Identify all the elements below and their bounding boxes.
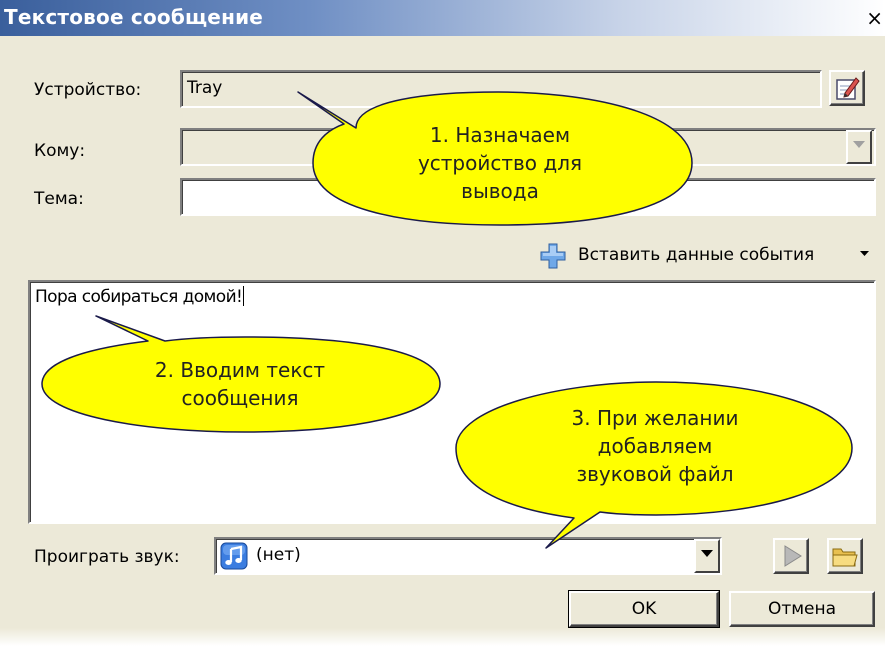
browse-sound-button[interactable] — [827, 538, 863, 574]
callout-1-line-3: вывода — [461, 179, 539, 203]
sound-dropdown-button[interactable] — [694, 539, 720, 573]
play-sound-label: Проиграть звук: — [34, 547, 180, 567]
close-icon[interactable]: × — [863, 6, 885, 30]
sound-value: (нет) — [256, 545, 301, 565]
callout-3-text: 3. При желании добавляем звуковой файл — [500, 404, 810, 488]
device-label: Устройство: — [34, 80, 142, 100]
callout-1-text: 1. Назначаем устройство для вывода — [360, 121, 640, 205]
callout-2-line-1: 2. Вводим текст — [154, 358, 326, 382]
chevron-down-icon — [853, 141, 865, 148]
edit-device-button[interactable] — [829, 70, 865, 106]
text-cursor — [243, 286, 245, 306]
callout-3-line-1: 3. При желании — [571, 406, 739, 430]
cancel-button[interactable]: Отмена — [729, 591, 875, 627]
chevron-down-icon — [701, 550, 713, 557]
window-title: Текстовое сообщение — [4, 5, 264, 29]
device-field: Tray — [180, 70, 822, 108]
plus-icon — [540, 243, 566, 269]
insert-event-data-label: Вставить данные события — [578, 245, 815, 265]
subject-label: Тема: — [34, 189, 84, 209]
edit-note-icon — [836, 77, 860, 100]
sound-combobox[interactable]: (нет) — [214, 537, 722, 575]
recipient-dropdown-button — [846, 130, 872, 164]
play-icon — [784, 545, 802, 567]
device-value: Tray — [187, 78, 223, 98]
title-bar[interactable]: Текстовое сообщение × — [0, 0, 885, 36]
callout-1-line-2: устройство для — [417, 151, 583, 175]
bottom-edge — [0, 628, 885, 646]
text-message-dialog: Текстовое сообщение × Устройство: Tray К… — [0, 0, 885, 646]
play-sound-button[interactable] — [773, 538, 809, 574]
music-note-icon — [220, 542, 248, 570]
folder-icon — [832, 548, 858, 567]
callout-2-line-2: сообщения — [181, 386, 299, 410]
callout-2-text: 2. Вводим текст сообщения — [100, 356, 380, 412]
caret-down-icon — [860, 251, 869, 256]
callout-3-line-3: звуковой файл — [576, 462, 734, 486]
callout-3-line-2: добавляем — [597, 434, 713, 458]
recipient-label: Кому: — [34, 141, 86, 161]
ok-button[interactable]: OK — [568, 590, 720, 628]
message-text: Пора собираться домой! — [35, 287, 243, 307]
callout-1-line-1: 1. Назначаем — [429, 123, 571, 147]
